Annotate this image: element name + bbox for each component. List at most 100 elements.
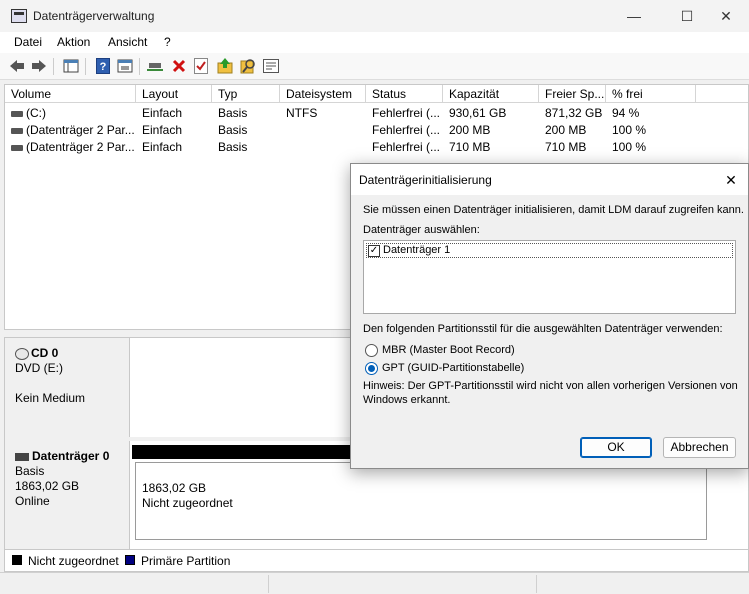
gpt-hint-text: Hinweis: Der GPT-Partitionsstil wird nic…	[363, 380, 738, 392]
minimize-button[interactable]: —	[611, 0, 657, 32]
help-icon[interactable]: ?	[94, 57, 112, 75]
legend-label-unallocated: Nicht zugeordnet	[28, 554, 119, 568]
disk-name: CD 0	[31, 346, 59, 360]
cell-layout: Einfach	[142, 106, 183, 120]
column-header-dateisystem[interactable]: Dateisystem	[280, 85, 366, 103]
disk-media-state: Kein Medium	[15, 391, 86, 405]
export-icon[interactable]	[216, 57, 234, 75]
column-header-prozent-frei[interactable]: % frei	[606, 85, 696, 103]
cell-typ: Basis	[218, 123, 248, 137]
drive-icon	[11, 144, 23, 151]
status-segment	[268, 575, 536, 593]
cell-status: Fehlerfrei (...	[372, 106, 441, 120]
disk-type: Basis	[15, 464, 45, 478]
table-row[interactable]: (Datenträger 2 Par... Einfach Basis Fehl…	[5, 139, 748, 156]
table-row[interactable]: (Datenträger 2 Par... Einfach Basis Fehl…	[5, 122, 748, 139]
table-row[interactable]: (C:) Einfach Basis NTFS Fehlerfrei (... …	[5, 105, 748, 122]
cell-kapazitaet: 930,61 GB	[449, 106, 507, 120]
cell-dateisystem	[280, 122, 366, 139]
window-title: Datenträgerverwaltung	[33, 9, 155, 23]
cell-kapazitaet: 710 MB	[449, 140, 491, 154]
cell-typ: Basis	[218, 140, 248, 154]
title-bar: Datenträgerverwaltung — ☐ ✕	[0, 0, 749, 32]
gpt-radio-label[interactable]: GPT (GUID-Partitionstabelle)	[382, 362, 524, 374]
disk-list-item-label: Datenträger 1	[383, 244, 451, 256]
column-header-filler	[696, 85, 748, 103]
disk-label-cd0[interactable]: CD 0 DVD (E:) Kein Medium	[5, 338, 130, 437]
svg-text:?: ?	[100, 61, 107, 73]
cell-freier-speicher: 710 MB	[545, 140, 587, 154]
gpt-hint-text-2: Windows erkannt.	[363, 394, 451, 406]
hard-disk-icon	[15, 452, 29, 461]
close-button[interactable]: ✕	[703, 0, 749, 32]
gpt-radio[interactable]	[365, 362, 378, 375]
unallocated-partition[interactable]: 1863,02 GB Nicht zugeordnet	[135, 462, 707, 540]
cell-prozent-frei: 100 %	[612, 123, 647, 137]
console-tree-icon[interactable]	[62, 57, 80, 75]
toolbar-separator	[53, 58, 54, 75]
column-header-typ[interactable]: Typ	[212, 85, 280, 103]
toolbar-separator	[139, 58, 140, 75]
disk-list-item[interactable]: ✓ Datenträger 1	[366, 243, 733, 258]
properties-icon[interactable]	[116, 57, 134, 75]
cell-status: Fehlerfrei (...	[372, 123, 441, 137]
disk-checkbox[interactable]: ✓	[368, 245, 380, 257]
menu-ansicht[interactable]: Ansicht	[108, 35, 147, 49]
dialog-intro-text: Sie müssen einen Datenträger initialisie…	[363, 204, 744, 216]
connect-icon[interactable]	[147, 57, 165, 75]
cell-typ: Basis	[218, 106, 248, 120]
mbr-radio-label[interactable]: MBR (Master Boot Record)	[382, 344, 515, 356]
cell-volume: (Datenträger 2 Par...	[26, 140, 135, 154]
partition-size: 1863,02 GB	[142, 481, 207, 495]
cancel-button[interactable]: Abbrechen	[663, 437, 736, 458]
cell-freier-speicher: 871,32 GB	[545, 106, 603, 120]
disk-select-label: Datenträger auswählen:	[363, 224, 480, 236]
menu-aktion[interactable]: Aktion	[57, 35, 90, 49]
cell-kapazitaet: 200 MB	[449, 123, 491, 137]
column-header-kapazitaet[interactable]: Kapazität	[443, 85, 539, 103]
cell-dateisystem: NTFS	[286, 106, 318, 120]
cell-prozent-frei: 94 %	[612, 106, 640, 120]
menu-datei[interactable]: Datei	[14, 35, 42, 49]
cd-drive-icon	[15, 347, 29, 360]
column-header-status[interactable]: Status	[366, 85, 443, 103]
delete-icon[interactable]	[170, 57, 188, 75]
menu-bar: Datei Aktion Ansicht ?	[0, 32, 749, 53]
settings-icon[interactable]	[262, 57, 280, 75]
disk-drive-letter: DVD (E:)	[15, 361, 63, 375]
legend-swatch-unallocated	[12, 555, 22, 565]
cell-prozent-frei: 100 %	[612, 140, 647, 154]
drive-icon	[11, 127, 23, 134]
column-header-freier-speicher[interactable]: Freier Sp...	[539, 85, 606, 103]
column-header-volume[interactable]: Volume	[5, 85, 136, 103]
drive-icon	[11, 110, 23, 117]
legend-label-primary: Primäre Partition	[141, 554, 231, 568]
menu-help[interactable]: ?	[164, 35, 171, 49]
toolbar: ?	[0, 53, 749, 80]
status-bar	[0, 572, 749, 594]
cell-volume: (Datenträger 2 Par...	[26, 123, 135, 137]
status-segment	[536, 575, 749, 593]
mbr-radio[interactable]	[365, 344, 378, 357]
cell-status: Fehlerfrei (...	[372, 140, 441, 154]
disk-select-list: ✓ Datenträger 1	[363, 240, 736, 314]
disk-state: Online	[15, 494, 50, 508]
legend: Nicht zugeordnet Primäre Partition	[4, 550, 749, 572]
forward-icon[interactable]	[30, 57, 48, 75]
toolbar-separator	[85, 58, 86, 75]
cell-volume: (C:)	[26, 106, 46, 120]
search-icon[interactable]	[239, 57, 257, 75]
cell-layout: Einfach	[142, 140, 183, 154]
dialog-close-button[interactable]: ✕	[720, 169, 742, 191]
cell-dateisystem	[280, 139, 366, 156]
column-header-layout[interactable]: Layout	[136, 85, 212, 103]
legend-swatch-primary	[125, 555, 135, 565]
dialog-title: Datenträgerinitialisierung	[359, 173, 492, 187]
check-icon[interactable]	[192, 57, 210, 75]
back-icon[interactable]	[8, 57, 26, 75]
disk-label-disk0[interactable]: Datenträger 0 Basis 1863,02 GB Online	[5, 441, 130, 549]
cell-freier-speicher: 200 MB	[545, 123, 587, 137]
disk-size: 1863,02 GB	[15, 479, 80, 493]
ok-button[interactable]: OK	[580, 437, 652, 458]
disk-initialization-dialog: Datenträgerinitialisierung ✕ Sie müssen …	[350, 163, 749, 469]
